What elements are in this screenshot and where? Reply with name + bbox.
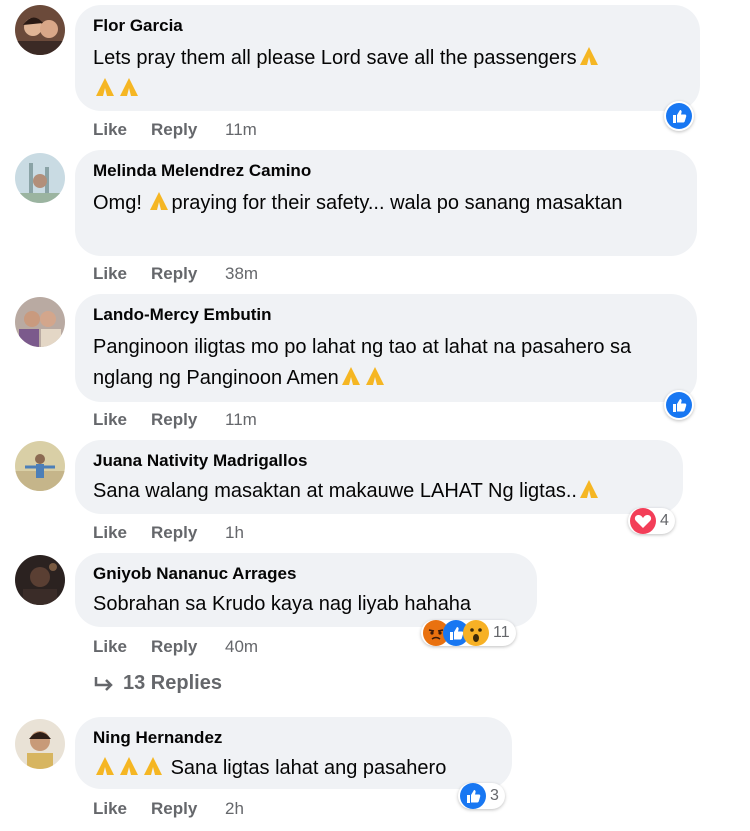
- comment-author[interactable]: Flor Garcia: [93, 15, 682, 37]
- comment-bubble: Melinda Melendrez Camino Omg! praying fo…: [75, 150, 697, 256]
- reply-button[interactable]: Reply: [151, 410, 225, 430]
- comment-author[interactable]: Ning Hernandez: [93, 727, 494, 749]
- comment-bubble: Gniyob Nananuc Arrages Sobrahan sa Krudo…: [75, 553, 537, 627]
- avatar[interactable]: [15, 5, 65, 55]
- love-icon: [630, 508, 656, 534]
- comment-bubble: Flor Garcia Lets pray them all please Lo…: [75, 5, 700, 111]
- like-button[interactable]: Like: [93, 264, 151, 284]
- comment-timestamp[interactable]: 40m: [225, 637, 258, 657]
- comment-text: Sana walang masaktan at makauwe LAHAT Ng…: [93, 476, 665, 507]
- folded-hands-emoji: [339, 365, 363, 387]
- comment-timestamp[interactable]: 1h: [225, 523, 244, 543]
- reaction-summary[interactable]: 3: [458, 783, 505, 809]
- comment-text-body: Lets pray them all please Lord save all …: [93, 47, 577, 69]
- comment-actions: Like Reply 40m: [93, 637, 258, 657]
- comment-bubble: Juana Nativity Madrigallos Sana walang m…: [75, 440, 683, 514]
- comment-text: Sana ligtas lahat ang pasahero: [93, 753, 494, 784]
- comment-text: Sobrahan sa Krudo kaya nag liyab hahaha: [93, 593, 472, 615]
- comment-bubble: Ning Hernandez Sana ligtas lahat ang pas…: [75, 717, 512, 789]
- comment-actions: Like Reply 1h: [93, 523, 244, 543]
- comment-author[interactable]: Lando-Mercy Embutin: [93, 304, 679, 326]
- view-replies-label[interactable]: 13 Replies: [123, 672, 222, 695]
- comment-timestamp[interactable]: 11m: [225, 120, 257, 140]
- folded-hands-emoji: [93, 76, 117, 98]
- reply-button[interactable]: Reply: [151, 799, 225, 819]
- reaction-count: 3: [490, 787, 499, 804]
- view-replies-link[interactable]: 13 Replies: [93, 672, 222, 695]
- reaction-summary[interactable]: [664, 101, 694, 131]
- comment-author[interactable]: Gniyob Nananuc Arrages: [93, 563, 519, 585]
- comment-actions: Like Reply 11m: [93, 410, 257, 430]
- like-button[interactable]: Like: [93, 637, 151, 657]
- comment-text-body: Sana walang masaktan at makauwe LAHAT Ng…: [93, 480, 577, 502]
- folded-hands-emoji: [93, 755, 117, 777]
- comment-actions: Like Reply 2h: [93, 799, 244, 819]
- folded-hands-emoji: [117, 755, 141, 777]
- folded-hands-emoji: [141, 755, 165, 777]
- folded-hands-emoji: [147, 190, 171, 212]
- reaction-count: 4: [660, 512, 669, 529]
- comment-bubble: Lando-Mercy Embutin Panginoon iligtas mo…: [75, 294, 697, 402]
- avatar[interactable]: [15, 441, 65, 491]
- folded-hands-emoji: [117, 76, 141, 98]
- like-button[interactable]: Like: [93, 120, 151, 140]
- like-icon: [666, 103, 692, 129]
- avatar[interactable]: [15, 555, 65, 605]
- comment-text-start: Omg!: [93, 192, 142, 214]
- like-button[interactable]: Like: [93, 799, 151, 819]
- like-icon: [666, 392, 692, 418]
- comment-text: Omg! praying for their safety... wala po…: [93, 188, 679, 219]
- comment-actions: Like Reply 38m: [93, 264, 258, 284]
- like-button[interactable]: Like: [93, 410, 151, 430]
- avatar[interactable]: [15, 297, 65, 347]
- folded-hands-emoji: [577, 45, 601, 67]
- comment-timestamp[interactable]: 38m: [225, 264, 258, 284]
- wow-icon: [463, 620, 489, 646]
- reply-button[interactable]: Reply: [151, 637, 225, 657]
- reply-button[interactable]: Reply: [151, 264, 225, 284]
- like-icon: [460, 783, 486, 809]
- reaction-summary[interactable]: [664, 390, 694, 420]
- comment-actions: Like Reply 11m: [93, 120, 257, 140]
- like-button[interactable]: Like: [93, 523, 151, 543]
- comment-timestamp[interactable]: 2h: [225, 799, 244, 819]
- comment-author[interactable]: Melinda Melendrez Camino: [93, 160, 679, 182]
- comment-author[interactable]: Juana Nativity Madrigallos: [93, 450, 665, 472]
- comment-timestamp[interactable]: 11m: [225, 410, 257, 430]
- reaction-summary[interactable]: 11: [421, 620, 516, 646]
- comment-text: Panginoon iligtas mo po lahat ng tao at …: [93, 332, 679, 394]
- reaction-summary[interactable]: 4: [628, 508, 675, 534]
- comment-text-body: praying for their safety... wala po sana…: [171, 192, 623, 214]
- comment-text: Lets pray them all please Lord save all …: [93, 43, 682, 105]
- folded-hands-emoji: [363, 365, 387, 387]
- comment-text-body: Sana ligtas lahat ang pasahero: [170, 757, 447, 779]
- folded-hands-emoji: [577, 478, 601, 500]
- reaction-count: 11: [493, 624, 510, 641]
- reply-arrow-icon: [94, 676, 113, 691]
- avatar[interactable]: [15, 719, 65, 769]
- avatar[interactable]: [15, 153, 65, 203]
- reply-button[interactable]: Reply: [151, 523, 225, 543]
- reply-button[interactable]: Reply: [151, 120, 225, 140]
